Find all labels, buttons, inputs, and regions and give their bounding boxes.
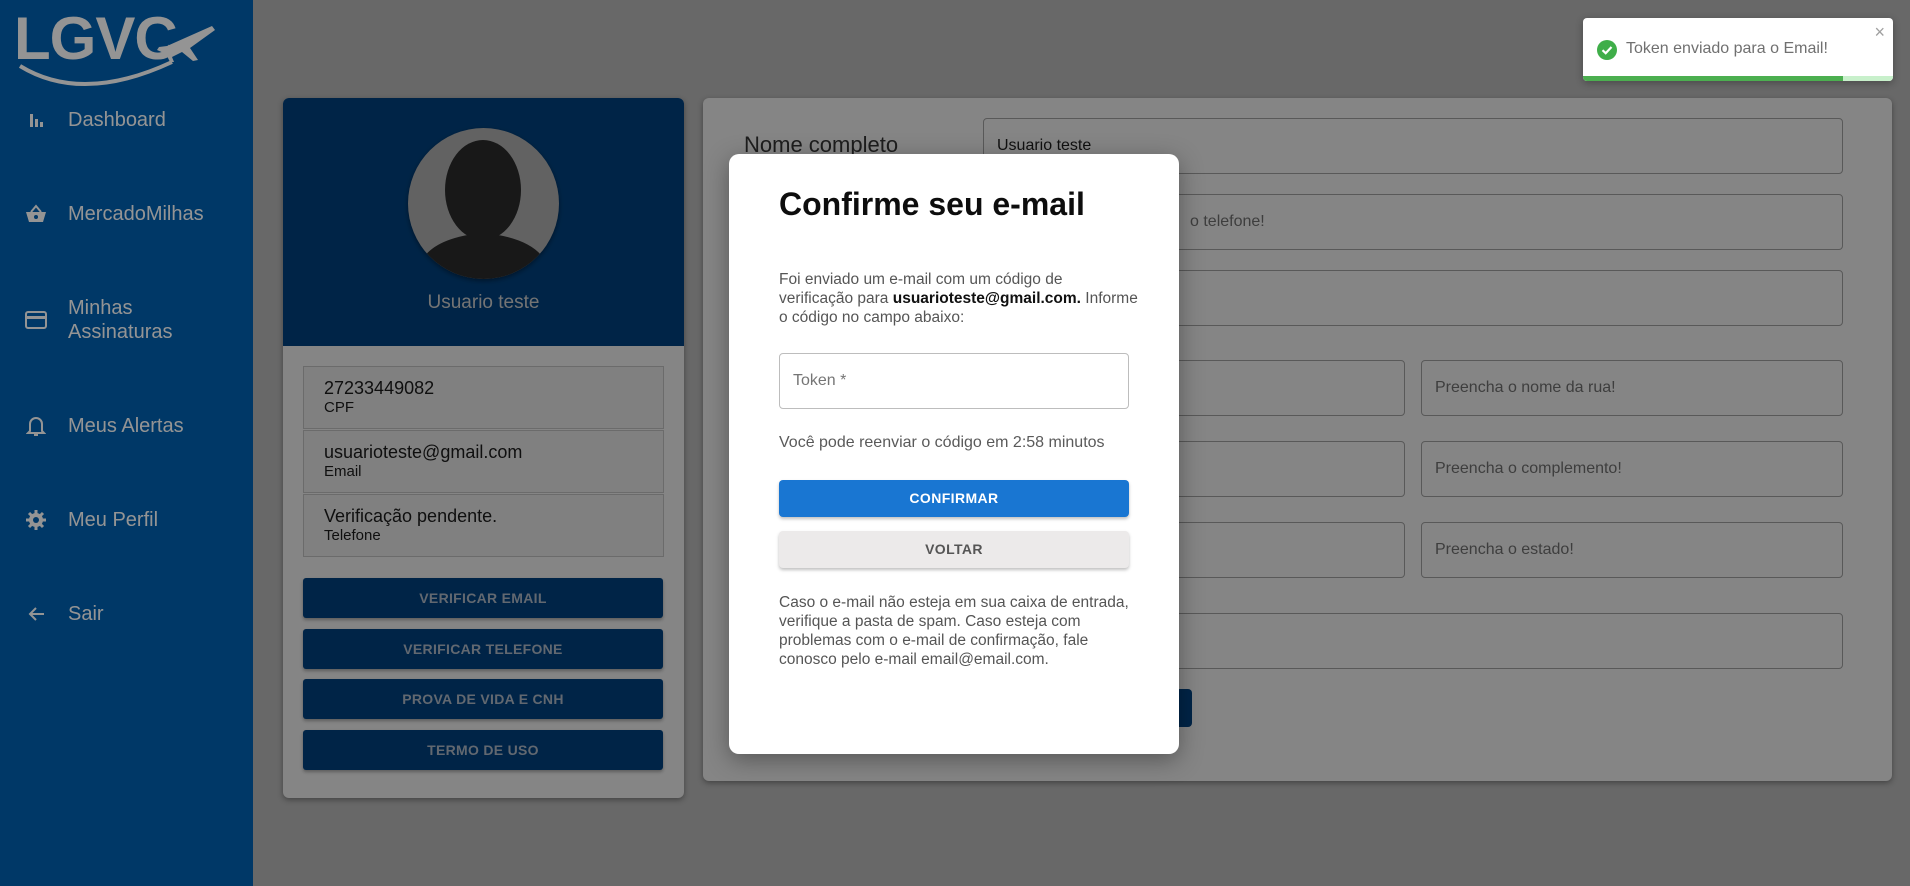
confirm-button[interactable]: CONFIRMAR xyxy=(779,480,1129,517)
confirm-email-dialog: Confirme seu e-mail Foi enviado um e-mai… xyxy=(729,154,1179,754)
close-icon[interactable]: × xyxy=(1874,22,1885,43)
toast-message: Token enviado para o Email! xyxy=(1626,40,1828,57)
success-toast: Token enviado para o Email! × xyxy=(1583,18,1893,81)
dialog-title: Confirme seu e-mail xyxy=(779,186,1085,222)
token-input[interactable]: Token * xyxy=(779,353,1129,409)
check-circle-icon xyxy=(1597,40,1617,60)
recipient-email: usuarioteste@gmail.com. xyxy=(892,290,1081,307)
toast-progress-bar xyxy=(1583,76,1844,81)
dialog-footer-note: Caso o e-mail não esteja em sua caixa de… xyxy=(779,594,1129,668)
dialog-description: Foi enviado um e-mail com um código de v… xyxy=(779,270,1139,327)
resend-countdown: Você pode reenviar o código em 2:58 minu… xyxy=(779,434,1105,451)
back-button[interactable]: VOLTAR xyxy=(779,531,1129,568)
